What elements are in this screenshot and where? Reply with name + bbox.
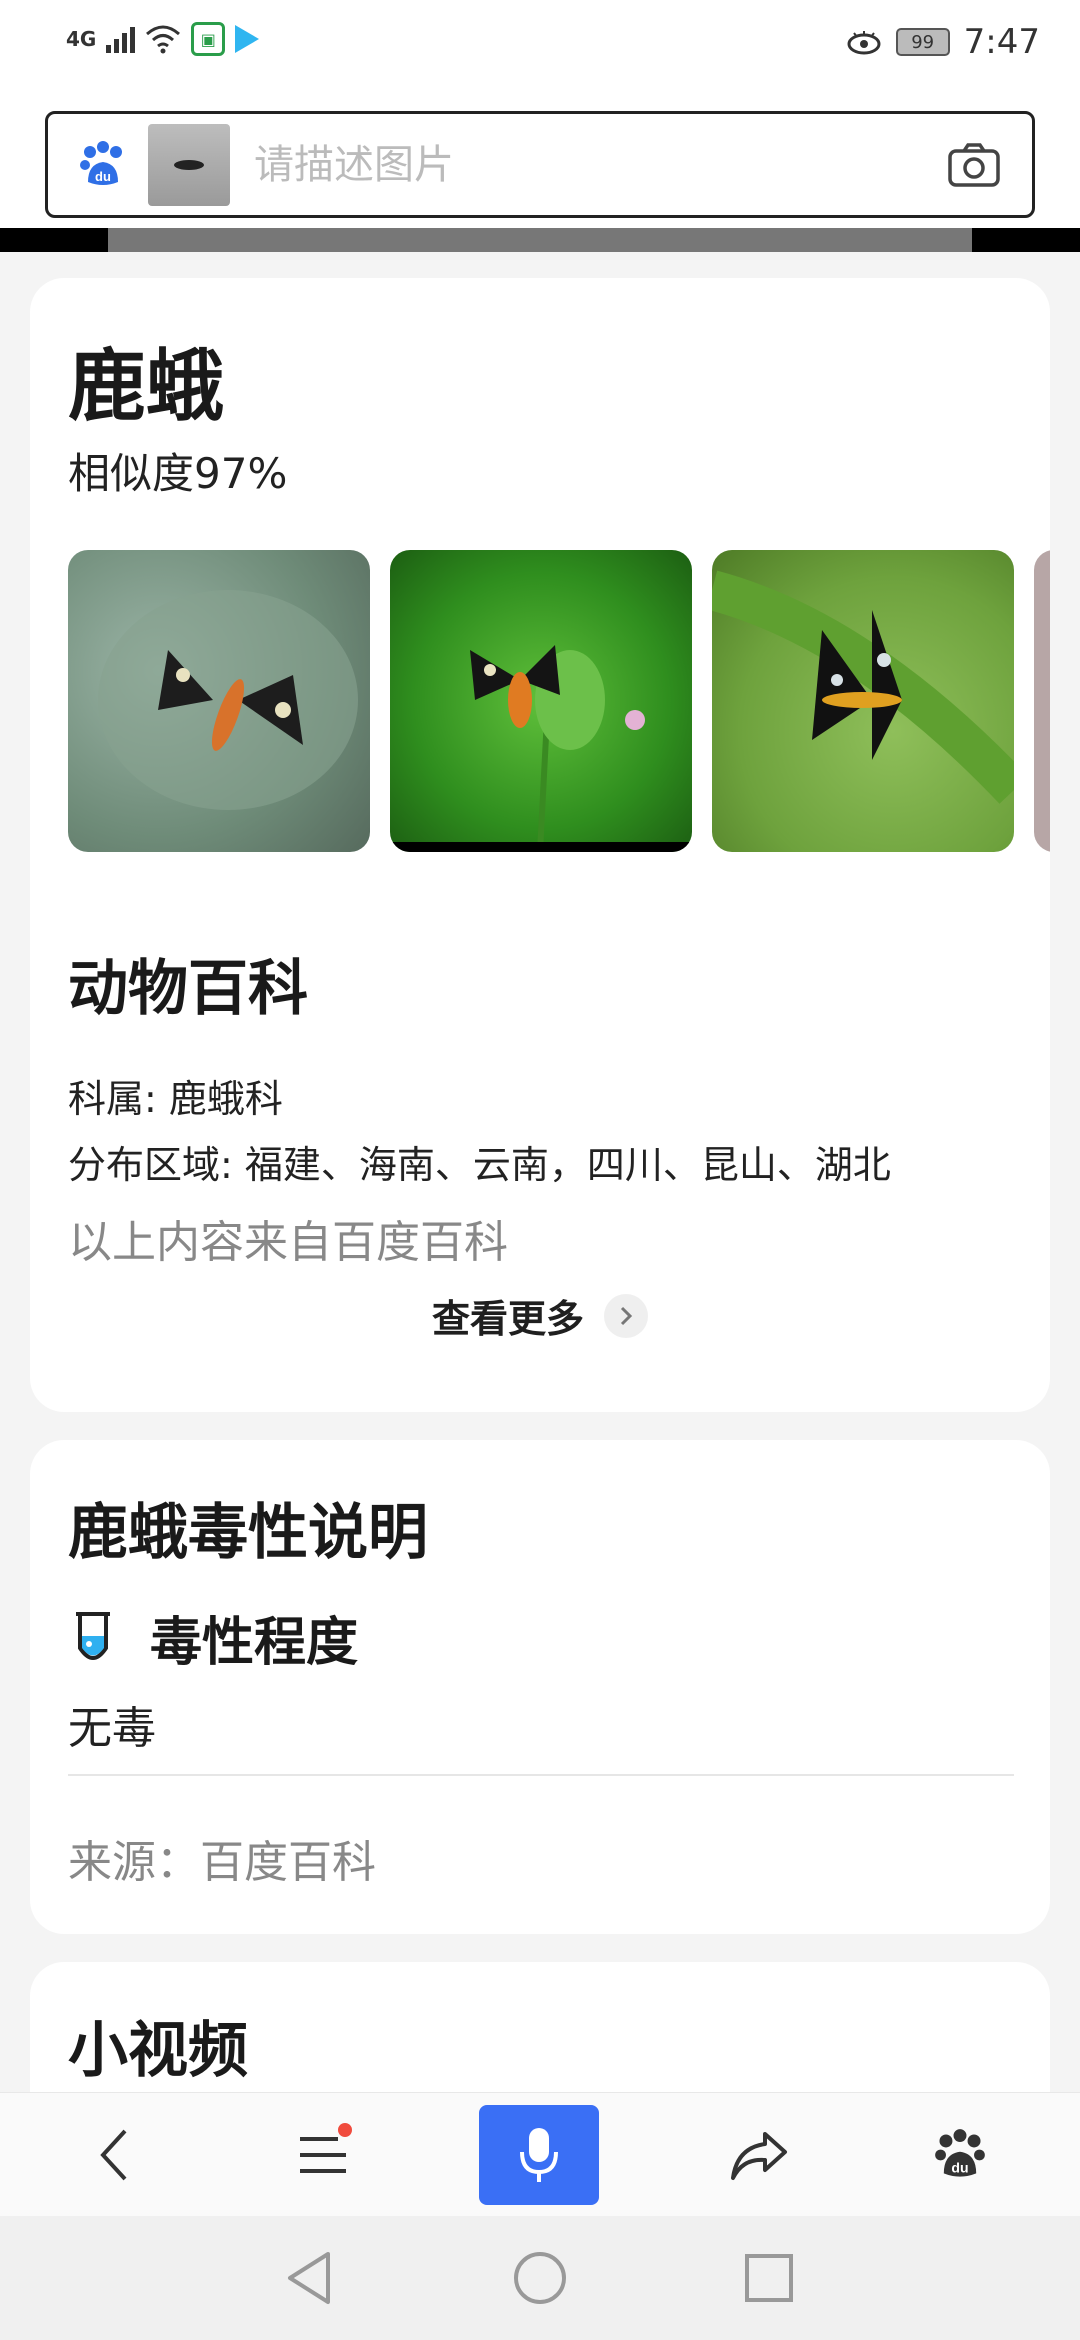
view-more-button[interactable]: 查看更多 <box>30 1288 1050 1343</box>
chevron-right-icon <box>604 1293 648 1338</box>
family-info: 科属: 鹿蛾科 <box>68 1077 283 1121</box>
baidu-home-button[interactable]: du <box>910 2093 1010 2217</box>
share-icon <box>731 2132 787 2180</box>
toxicity-value: 无毒 <box>68 1703 156 1754</box>
toxicity-subheading: 毒性程度 <box>150 1613 359 1673</box>
back-button[interactable] <box>70 2093 160 2217</box>
gallery-image[interactable] <box>1034 550 1050 852</box>
divider <box>68 1774 1014 1776</box>
svg-text:du: du <box>95 169 111 184</box>
mic-icon <box>520 2128 558 2182</box>
similarity-score: 相似度97% <box>68 449 288 498</box>
menu-button[interactable] <box>278 2093 368 2217</box>
eye-icon <box>847 31 881 55</box>
triangle-back-icon[interactable] <box>284 2250 334 2306</box>
gallery-image[interactable] <box>390 550 692 852</box>
svg-text:du: du <box>951 2159 968 2175</box>
back-icon <box>100 2129 127 2181</box>
baidu-icon: du <box>935 2129 985 2177</box>
image-gallery[interactable] <box>68 550 1050 852</box>
notification-dot <box>338 2123 352 2137</box>
encyclopedia-heading: 动物百科 <box>68 954 308 1024</box>
clock: 7:47 <box>963 22 1040 62</box>
menu-icon <box>300 2137 346 2173</box>
distribution-info: 分布区域: 福建、海南、云南，四川、昆山、湖北 <box>68 1143 891 1187</box>
gallery-image[interactable] <box>68 550 370 852</box>
result-card: 鹿蛾 相似度97% 动物百科 科属: 鹿蛾科 分布区域: 福建、海南、云南，四川… <box>30 278 1050 1412</box>
wifi-icon <box>146 25 181 54</box>
top-search-bar: du <box>0 96 1080 252</box>
toxicity-source[interactable]: 来源：百度百科 <box>68 1826 376 1890</box>
battery-icon: 99 <box>895 28 950 56</box>
play-icon <box>235 25 260 53</box>
gallery-image[interactable] <box>712 550 1014 852</box>
system-navigation-bar <box>0 2216 1080 2340</box>
toxicity-card: 鹿蛾毒性说明 毒性程度 无毒 来源：百度百科 <box>30 1440 1050 1934</box>
video-heading: 小视频 <box>68 2016 248 2086</box>
view-more-label: 查看更多 <box>431 1297 584 1341</box>
signal-icon <box>106 25 136 53</box>
toxicity-heading: 鹿蛾毒性说明 <box>68 1498 428 1568</box>
query-image-thumbnail[interactable] <box>148 123 230 206</box>
test-tube-icon <box>76 1612 110 1660</box>
square-recent-icon[interactable] <box>744 2253 794 2303</box>
search-input[interactable] <box>254 141 944 188</box>
camera-icon[interactable] <box>944 135 1004 195</box>
status-bar: 4G ▣ 99 7:47 <box>0 0 1080 96</box>
battery-level: 99 <box>911 31 935 53</box>
app-icon: ▣ <box>191 22 226 56</box>
circle-home-icon[interactable] <box>512 2250 568 2306</box>
result-title: 鹿蛾 <box>68 342 225 432</box>
encyclopedia-source-note: 以上内容来自百度百科 <box>68 1217 508 1268</box>
search-box[interactable]: du <box>45 111 1035 218</box>
share-button[interactable] <box>714 2093 804 2217</box>
baidu-paw-icon[interactable]: du <box>78 140 128 190</box>
network-type: 4G <box>66 27 97 51</box>
bottom-toolbar: du <box>0 2092 1080 2216</box>
image-preview-strip <box>0 228 1080 252</box>
voice-search-button[interactable] <box>479 2105 599 2205</box>
